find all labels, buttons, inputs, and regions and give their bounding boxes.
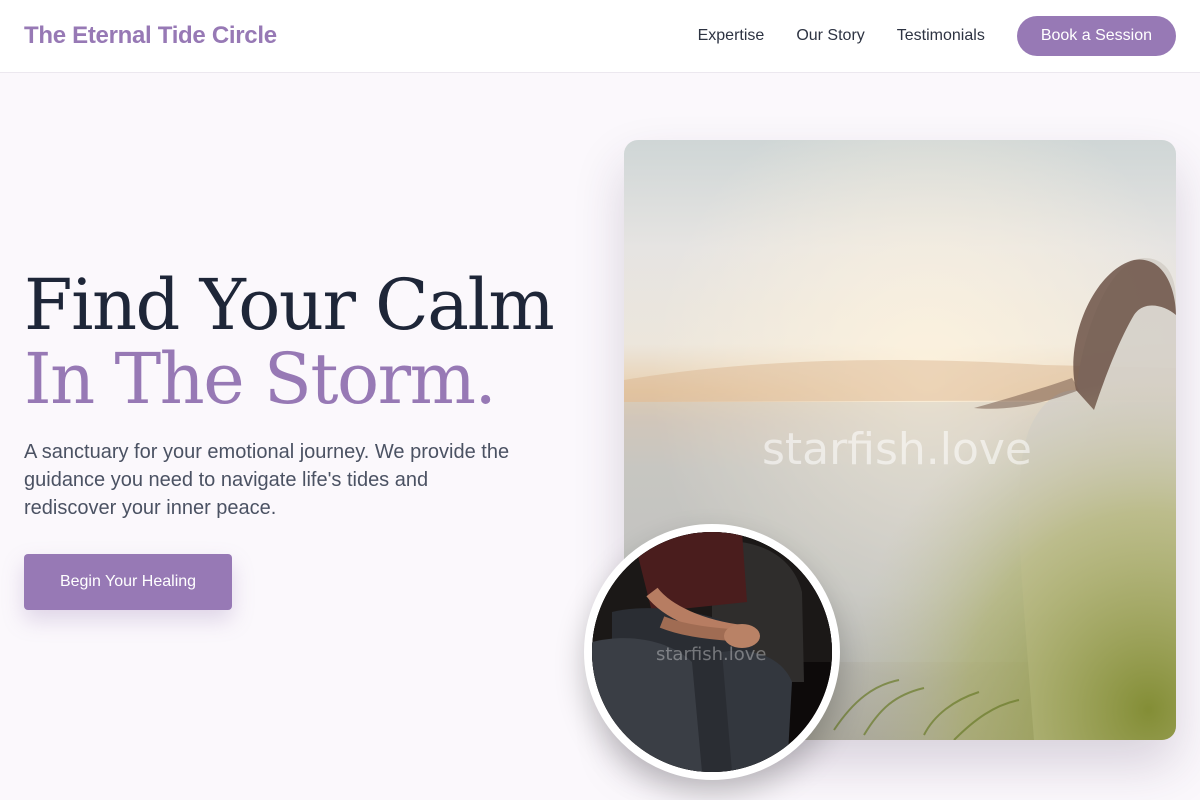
hero-title-line-2: In The Storm. (24, 338, 497, 420)
hero-title-line-1: Find Your Calm (24, 264, 555, 346)
nav-link-our-story[interactable]: Our Story (796, 27, 864, 45)
brand-logo-text[interactable]: The Eternal Tide Circle (24, 22, 277, 50)
nav-link-expertise[interactable]: Expertise (698, 27, 765, 45)
nav-links: Expertise Our Story Testimonials Book a … (666, 16, 1176, 56)
main-image-watermark: starfish.love (762, 424, 1032, 475)
begin-healing-button[interactable]: Begin Your Healing (24, 554, 232, 610)
hero-inset-photo: starfish.love (584, 524, 840, 780)
hero-subtitle: A sanctuary for your emotional journey. … (24, 441, 510, 519)
top-navbar: The Eternal Tide Circle Expertise Our St… (0, 0, 1200, 73)
book-session-button[interactable]: Book a Session (1016, 16, 1176, 56)
nav-link-testimonials[interactable]: Testimonials (897, 27, 985, 45)
hero-title: Find Your Calm In The Storm. (24, 264, 555, 420)
inset-image-watermark: starfish.love (656, 644, 767, 665)
